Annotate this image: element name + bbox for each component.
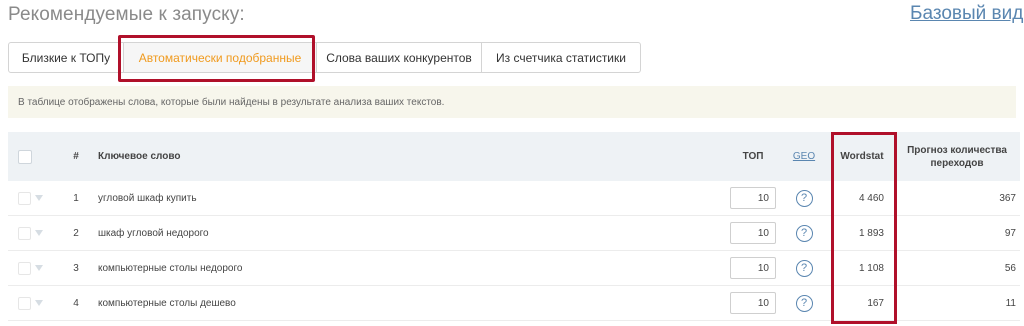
page-title: Рекомендуемые к запуску:: [8, 4, 245, 25]
tab-stats-counter[interactable]: Из счетчика статистики: [481, 42, 641, 73]
row-checkbox[interactable]: [18, 296, 31, 310]
question-circle-icon[interactable]: ?: [795, 294, 813, 312]
geo-link[interactable]: GEO: [793, 151, 815, 162]
caret-down-icon[interactable]: [35, 265, 43, 271]
caret-down-icon[interactable]: [35, 230, 43, 236]
top-input[interactable]: 10: [730, 222, 776, 244]
row-wordstat: 4 460: [858, 192, 884, 204]
row-forecast: 56: [1004, 262, 1016, 274]
top-input[interactable]: 10: [730, 292, 776, 314]
caret-down-icon[interactable]: [35, 195, 43, 201]
tab-competitor-words[interactable]: Слова ваших конкурентов: [316, 42, 482, 73]
row-select-cell: [18, 216, 48, 250]
row-select-cell: [18, 251, 48, 285]
question-circle-icon[interactable]: ?: [795, 224, 813, 242]
row-geo-cell: ?: [790, 251, 818, 285]
tab-bar: Близкие к ТОПу Автоматически подобранные…: [8, 42, 641, 73]
row-geo-cell: ?: [790, 286, 818, 320]
row-wordstat: 1 893: [858, 227, 884, 239]
col-header-wordstat[interactable]: Wordstat: [832, 132, 892, 181]
question-circle-icon[interactable]: ?: [795, 259, 813, 277]
table-row: 1 угловой шкаф купить 10 ? 4 460 367: [8, 181, 1020, 216]
row-wordstat: 167: [867, 297, 884, 309]
table-row: 4 компьютерные столы дешево 10 ? 167 11: [8, 286, 1020, 321]
keywords-table: # Ключевое слово ТОП GEO Wordstat Прогно…: [8, 132, 1020, 321]
col-header-top[interactable]: ТОП: [728, 132, 778, 181]
info-notice: В таблице отображены слова, которые были…: [8, 86, 1016, 118]
col-header-keyword[interactable]: Ключевое слово: [98, 132, 698, 181]
row-forecast: 97: [1004, 227, 1016, 239]
row-wordstat: 1 108: [858, 262, 884, 274]
row-number: 2: [73, 227, 79, 239]
row-checkbox[interactable]: [18, 261, 31, 275]
select-all-checkbox[interactable]: [18, 149, 32, 164]
row-geo-cell: ?: [790, 181, 818, 215]
row-geo-cell: ?: [790, 216, 818, 250]
row-keyword: компьютерные столы недорого: [98, 262, 243, 274]
table-row: 2 шкаф угловой недорого 10 ? 1 893 97: [8, 216, 1020, 251]
row-number: 4: [73, 297, 79, 309]
row-forecast: 367: [999, 192, 1016, 204]
select-all-cell: [18, 132, 48, 181]
row-top-cell: 10: [728, 286, 778, 320]
row-checkbox[interactable]: [18, 226, 31, 240]
col-header-num: #: [73, 151, 79, 162]
caret-down-icon[interactable]: [35, 300, 43, 306]
row-number: 1: [73, 192, 79, 204]
row-keyword: компьютерные столы дешево: [98, 297, 236, 309]
row-top-cell: 10: [728, 251, 778, 285]
table-header: # Ключевое слово ТОП GEO Wordstat Прогно…: [8, 132, 1020, 181]
row-keyword: угловой шкаф купить: [98, 192, 197, 204]
table-row: 3 компьютерные столы недорого 10 ? 1 108…: [8, 251, 1020, 286]
row-keyword: шкаф угловой недорого: [98, 227, 209, 239]
row-top-cell: 10: [728, 181, 778, 215]
row-forecast: 11: [1005, 297, 1016, 309]
row-top-cell: 10: [728, 216, 778, 250]
tab-auto-selected[interactable]: Автоматически подобранные: [123, 42, 317, 73]
row-number: 3: [73, 262, 79, 274]
row-select-cell: [18, 286, 48, 320]
question-circle-icon[interactable]: ?: [795, 189, 813, 207]
top-input[interactable]: 10: [730, 257, 776, 279]
tab-close-to-top[interactable]: Близкие к ТОПу: [8, 42, 124, 73]
col-header-forecast[interactable]: Прогноз количества переходов: [898, 132, 1016, 181]
col-header-geo: GEO: [790, 132, 818, 181]
top-input[interactable]: 10: [730, 187, 776, 209]
row-select-cell: [18, 181, 48, 215]
row-checkbox[interactable]: [18, 191, 31, 205]
basic-view-link[interactable]: Базовый вид: [910, 3, 1023, 25]
